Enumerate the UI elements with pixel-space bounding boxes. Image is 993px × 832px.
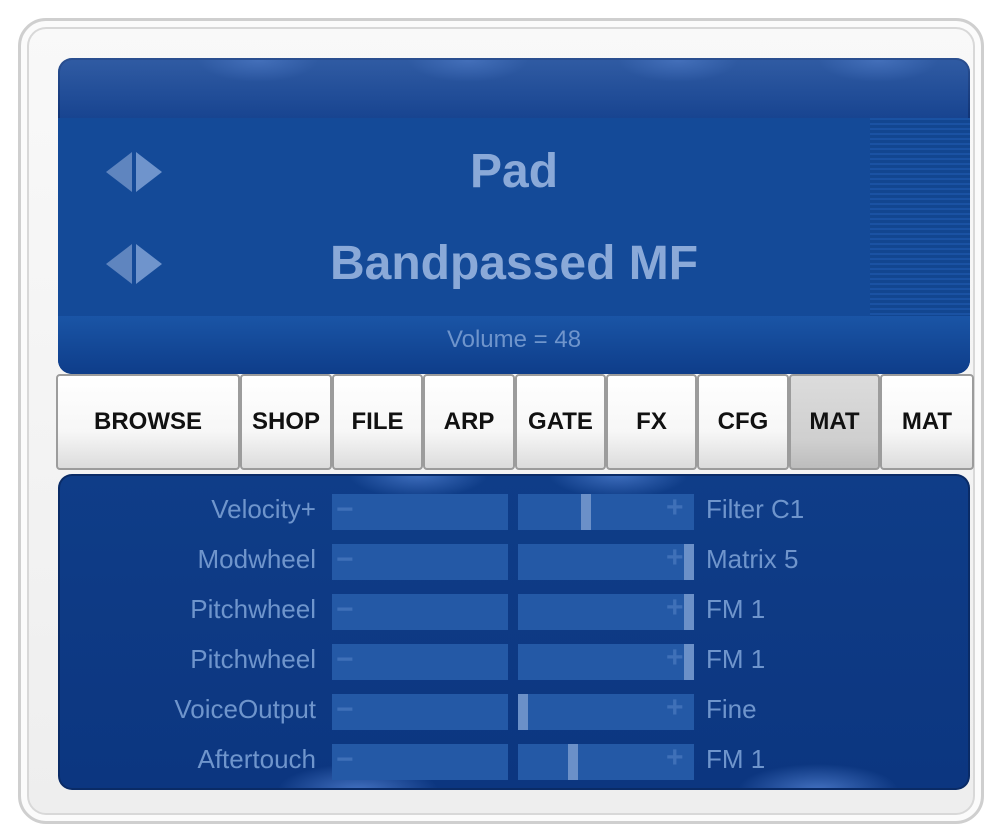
plus-icon: +: [666, 591, 684, 624]
minus-icon: −: [336, 743, 354, 776]
tab-arp[interactable]: ARP: [423, 374, 515, 470]
plus-icon: +: [666, 741, 684, 774]
mod-amount-track-left[interactable]: [332, 644, 508, 680]
mod-destination[interactable]: Filter C1: [706, 494, 804, 525]
minus-icon: −: [336, 543, 354, 576]
plus-icon: +: [666, 541, 684, 574]
mod-amount-track-left[interactable]: [332, 694, 508, 730]
plus-icon: +: [666, 691, 684, 724]
mod-source[interactable]: Modwheel: [197, 544, 316, 575]
mod-row: Pitchwheel − + FM 1: [58, 591, 970, 632]
patch-category: Pad: [469, 145, 559, 198]
mod-source[interactable]: Pitchwheel: [190, 594, 316, 625]
mod-row: Aftertouch − + FM 1: [58, 741, 970, 782]
mod-source[interactable]: Velocity+: [211, 494, 316, 525]
tab-file[interactable]: FILE: [332, 374, 423, 470]
mod-amount-handle[interactable]: [581, 494, 591, 530]
tab-mat-active[interactable]: MAT: [789, 374, 880, 470]
minus-icon: −: [336, 693, 354, 726]
mod-amount-handle[interactable]: [684, 644, 694, 680]
tab-browse[interactable]: BROWSE: [56, 374, 240, 470]
mod-amount-handle[interactable]: [684, 544, 694, 580]
mod-source[interactable]: Pitchwheel: [190, 644, 316, 675]
mod-row: Modwheel − + Matrix 5: [58, 541, 970, 582]
plus-icon: +: [666, 641, 684, 674]
volume-readout: Volume = 48: [446, 326, 582, 353]
mod-matrix-panel: Velocity+ − + Filter C1 Modwheel − + Matrix 5 Pi…: [58, 474, 970, 790]
tab-mat[interactable]: MAT: [880, 374, 974, 470]
mod-amount-handle[interactable]: [568, 744, 578, 780]
patch-display-panel: Pad Bandpassed MF Volume = 48: [58, 58, 970, 374]
mod-destination[interactable]: Fine: [706, 694, 757, 725]
mod-row: Velocity+ − + Filter C1: [58, 491, 970, 532]
tab-cfg[interactable]: CFG: [697, 374, 789, 470]
tab-shop[interactable]: SHOP: [240, 374, 332, 470]
mod-amount-track-left[interactable]: [332, 594, 508, 630]
tab-fx[interactable]: FX: [606, 374, 697, 470]
mod-row: Pitchwheel − + FM 1: [58, 641, 970, 682]
mod-destination[interactable]: FM 1: [706, 644, 765, 675]
mod-source[interactable]: Aftertouch: [197, 744, 316, 775]
mod-destination[interactable]: Matrix 5: [706, 544, 798, 575]
patch-name: Bandpassed MF: [329, 237, 699, 290]
tab-gate[interactable]: GATE: [515, 374, 606, 470]
plus-icon: +: [666, 491, 684, 524]
minus-icon: −: [336, 493, 354, 526]
mod-amount-track-left[interactable]: [332, 494, 508, 530]
mod-source[interactable]: VoiceOutput: [174, 694, 316, 725]
display-top-band: [58, 58, 970, 118]
mod-row: VoiceOutput − + Fine: [58, 691, 970, 732]
mod-destination[interactable]: FM 1: [706, 594, 765, 625]
mod-amount-handle[interactable]: [684, 594, 694, 630]
minus-icon: −: [336, 643, 354, 676]
minus-icon: −: [336, 593, 354, 626]
mod-destination[interactable]: FM 1: [706, 744, 765, 775]
tab-bar: BROWSE SHOP FILE ARP GATE FX CFG MAT MAT: [56, 374, 974, 470]
mod-amount-track-left[interactable]: [332, 544, 508, 580]
mod-amount-handle[interactable]: [518, 694, 528, 730]
mod-amount-track-left[interactable]: [332, 744, 508, 780]
